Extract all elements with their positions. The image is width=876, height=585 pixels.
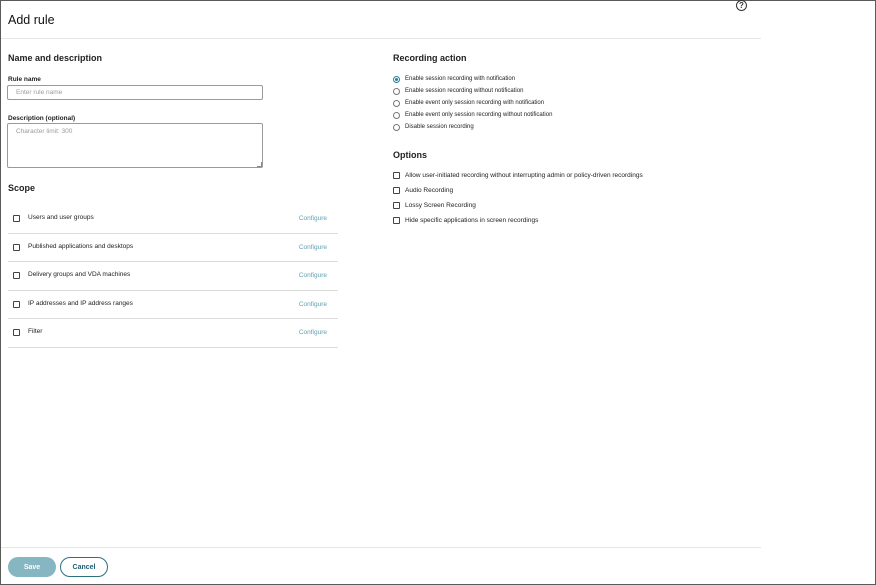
radio-button[interactable] bbox=[393, 76, 400, 83]
option-checkbox[interactable] bbox=[393, 187, 400, 194]
recording-option-3[interactable]: Enable event only session recording with… bbox=[393, 111, 693, 121]
description-label: Description (optional) bbox=[8, 115, 76, 122]
recording-option-2[interactable]: Enable event only session recording with… bbox=[393, 99, 693, 109]
help-icon[interactable]: ? bbox=[736, 0, 747, 11]
radio-label: Disable session recording bbox=[405, 124, 474, 130]
configure-link-users[interactable]: Configure bbox=[299, 215, 327, 222]
option-checkbox[interactable] bbox=[393, 202, 400, 209]
rule-name-input[interactable] bbox=[7, 85, 263, 100]
scope-label: Users and user groups bbox=[28, 214, 94, 221]
recording-option-1[interactable]: Enable session recording without notific… bbox=[393, 87, 693, 97]
scope-label: Delivery groups and VDA machines bbox=[28, 271, 131, 279]
resize-handle[interactable] bbox=[257, 162, 262, 167]
option-label: Allow user-initiated recording without i… bbox=[405, 172, 643, 179]
name-description-heading: Name and description bbox=[8, 53, 103, 63]
scope-row-applications: Published applications and desktops Conf… bbox=[8, 234, 338, 263]
description-field-wrapper bbox=[7, 123, 263, 168]
configure-link-applications[interactable]: Configure bbox=[299, 244, 327, 251]
scope-label: Published applications and desktops bbox=[28, 242, 134, 250]
option-checkbox[interactable] bbox=[393, 217, 400, 224]
scope-checkbox-applications[interactable] bbox=[13, 243, 20, 251]
recording-option-0[interactable]: Enable session recording with notificati… bbox=[393, 75, 693, 85]
scope-label: Filter bbox=[28, 328, 43, 336]
add-rule-panel: Add rule Name and description Rule name … bbox=[1, 1, 761, 584]
radio-label: Enable event only session recording with… bbox=[405, 112, 553, 118]
option-lossy-screen-recording[interactable]: Lossy Screen Recording bbox=[393, 201, 733, 211]
radio-button[interactable] bbox=[393, 100, 400, 107]
radio-label: Enable event only session recording with… bbox=[405, 100, 545, 106]
radio-label: Enable session recording with notificati… bbox=[405, 76, 516, 82]
scope-checkbox-users[interactable] bbox=[13, 215, 20, 222]
configure-link-delivery-groups[interactable]: Configure bbox=[299, 272, 327, 279]
option-label: Hide specific applications in screen rec… bbox=[405, 217, 539, 224]
scope-label: IP addresses and IP address ranges bbox=[28, 299, 133, 307]
option-label: Audio Recording bbox=[405, 187, 454, 194]
radio-label: Enable session recording without notific… bbox=[405, 88, 524, 94]
scope-checkbox-ip-addresses[interactable] bbox=[13, 300, 20, 308]
recording-option-4[interactable]: Disable session recording bbox=[393, 123, 693, 133]
recording-action-heading: Recording action bbox=[393, 53, 467, 63]
configure-link-filter[interactable]: Configure bbox=[299, 329, 327, 336]
save-button[interactable]: Save bbox=[8, 557, 56, 577]
option-user-initiated-recording[interactable]: Allow user-initiated recording without i… bbox=[393, 171, 733, 181]
options-heading: Options bbox=[393, 150, 427, 160]
scope-list: Users and user groups Configure Publishe… bbox=[8, 205, 338, 348]
scope-checkbox-filter[interactable] bbox=[13, 329, 20, 337]
radio-button[interactable] bbox=[393, 124, 400, 131]
option-checkbox[interactable] bbox=[393, 172, 400, 179]
description-textarea[interactable] bbox=[7, 123, 263, 168]
configure-link-ip-addresses[interactable]: Configure bbox=[299, 301, 327, 308]
panel-footer: Save Cancel bbox=[1, 547, 761, 584]
option-audio-recording[interactable]: Audio Recording bbox=[393, 186, 733, 196]
option-label: Lossy Screen Recording bbox=[405, 202, 476, 209]
panel-header: Add rule bbox=[1, 1, 761, 39]
radio-button[interactable] bbox=[393, 88, 400, 95]
scope-row-users: Users and user groups Configure bbox=[8, 205, 338, 234]
scope-row-filter: Filter Configure bbox=[8, 319, 338, 348]
scope-row-delivery-groups: Delivery groups and VDA machines Configu… bbox=[8, 262, 338, 291]
scope-checkbox-delivery-groups[interactable] bbox=[13, 272, 20, 280]
option-hide-applications[interactable]: Hide specific applications in screen rec… bbox=[393, 216, 733, 226]
radio-button[interactable] bbox=[393, 112, 400, 119]
page-title: Add rule bbox=[8, 13, 55, 27]
scope-heading: Scope bbox=[8, 183, 36, 193]
scope-row-ip-addresses: IP addresses and IP address ranges Confi… bbox=[8, 291, 338, 320]
rule-name-label: Rule name bbox=[8, 76, 41, 83]
cancel-button[interactable]: Cancel bbox=[60, 557, 108, 577]
